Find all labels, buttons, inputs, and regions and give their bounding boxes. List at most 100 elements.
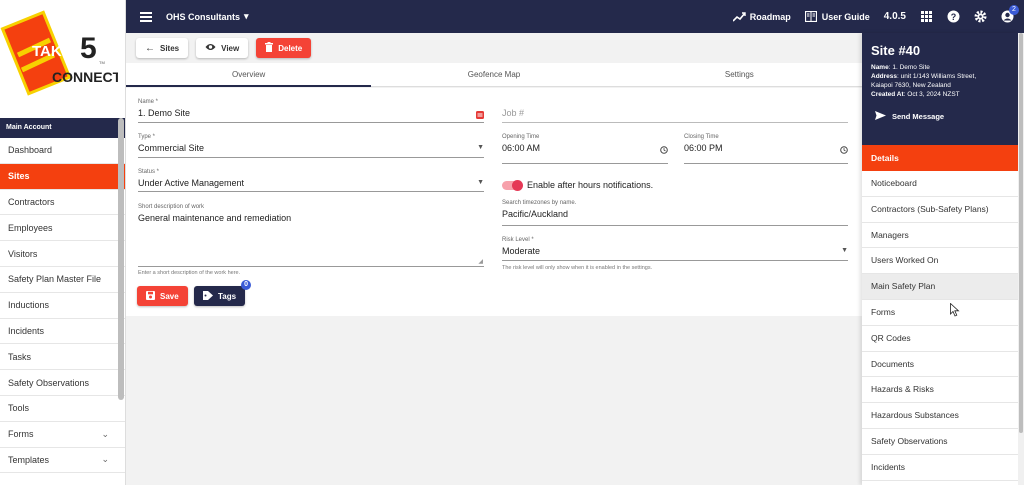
- sidebar-item-employees[interactable]: Employees: [0, 215, 125, 242]
- book-icon: [805, 10, 818, 23]
- work-description-textarea[interactable]: Short description of work General mainte…: [138, 204, 484, 267]
- sidebar-item-label: Tools: [8, 403, 30, 414]
- details-panel-scrollbar[interactable]: [1018, 33, 1024, 485]
- details-item-safety-observations[interactable]: Safety Observations: [862, 429, 1018, 455]
- risk-level-label: Risk Level *: [502, 237, 534, 243]
- sidebar-item-incidents[interactable]: Incidents: [0, 319, 125, 345]
- clock-icon[interactable]: [660, 143, 668, 157]
- details-item-main-safety-plan[interactable]: Main Safety Plan: [862, 274, 1018, 300]
- dropdown-caret-icon: ▼: [841, 247, 848, 254]
- eye-icon: [205, 43, 216, 53]
- risk-level-value: Moderate: [502, 246, 541, 256]
- back-to-sites-button[interactable]: ← Sites: [136, 38, 189, 58]
- mouse-pointer-icon: [950, 303, 960, 317]
- sidebar-item-label: Employees: [8, 222, 53, 233]
- account-icon[interactable]: 2: [1001, 5, 1019, 23]
- risk-level-select[interactable]: Risk Level * Moderate ▼: [502, 237, 848, 261]
- chevron-down-icon[interactable]: ⌄: [101, 429, 109, 440]
- details-item-hazards-risks[interactable]: Hazards & Risks: [862, 377, 1018, 404]
- details-item-incidents[interactable]: Incidents: [862, 455, 1018, 481]
- tab-settings[interactable]: Settings: [617, 63, 862, 86]
- sidebar-item-forms[interactable]: Forms ⌄: [0, 422, 125, 448]
- site-name-label: Name *: [138, 99, 159, 105]
- sidebar-item-tasks[interactable]: Tasks: [0, 344, 125, 371]
- details-item-hazardous-substances[interactable]: Hazardous Substances: [862, 403, 1018, 429]
- site-address-line-2: Kaiapoi 7630, New Zealand: [871, 82, 951, 89]
- back-label: Sites: [160, 43, 180, 53]
- details-item-noticeboard[interactable]: Noticeboard: [862, 171, 1018, 197]
- top-bar: OHS Consultants ▾ Roadmap User Guide 4.0…: [126, 0, 1024, 33]
- sidebar-item-safety-plan-master-file[interactable]: Safety Plan Master File: [0, 267, 125, 293]
- site-status-select[interactable]: Status * Under Active Management ▼: [138, 169, 484, 192]
- after-hours-toggle-label: Enable after hours notifications.: [527, 180, 654, 190]
- delete-button[interactable]: Delete: [256, 38, 312, 58]
- user-guide-link[interactable]: User Guide: [805, 10, 870, 23]
- after-hours-toggle-row: Enable after hours notifications.: [502, 179, 848, 191]
- resize-handle-icon[interactable]: ◢: [478, 258, 483, 265]
- org-selector[interactable]: OHS Consultants ▾: [166, 11, 249, 22]
- save-button[interactable]: Save: [137, 286, 188, 306]
- site-name-line: Name: 1. Demo Site: [871, 64, 930, 71]
- tab-overview[interactable]: Overview: [126, 63, 372, 87]
- tab-geofence-map[interactable]: Geofence Map: [371, 63, 616, 86]
- created-key: Created At: [871, 91, 904, 98]
- tags-count-badge: 0: [241, 280, 252, 290]
- name-value: 1. Demo Site: [892, 64, 930, 71]
- sidebar-item-dashboard[interactable]: Dashboard: [0, 138, 125, 164]
- menu-icon[interactable]: [140, 10, 152, 24]
- after-hours-toggle[interactable]: [502, 179, 523, 191]
- logo-text-take: TAKE: [32, 43, 72, 60]
- site-type-select[interactable]: Type * Commercial Site ▼: [138, 134, 484, 158]
- name-key: Name: [871, 64, 889, 71]
- details-item-forms[interactable]: Forms: [862, 300, 1018, 326]
- sidebar-item-templates[interactable]: Templates ⌄: [0, 448, 125, 474]
- sidebar-section-main-account: Main Account: [0, 118, 125, 138]
- opening-time-field[interactable]: Opening Time 06:00 AM: [502, 134, 668, 164]
- take5-logo[interactable]: TAKE 5 TM CONNECT: [0, 0, 125, 118]
- site-type-label: Type *: [138, 134, 156, 140]
- work-description-hint: Enter a short description of the work he…: [138, 270, 241, 276]
- gear-icon[interactable]: [974, 10, 987, 23]
- sidebar-item-safety-observations[interactable]: Safety Observations: [0, 370, 125, 396]
- delete-label: Delete: [278, 43, 303, 53]
- details-item-qr-codes[interactable]: QR Codes: [862, 326, 1018, 352]
- job-number-placeholder: Job #: [502, 108, 525, 118]
- timezone-search-field[interactable]: Search timezones by name. Pacific/Auckla…: [502, 200, 848, 226]
- help-icon[interactable]: ?: [947, 10, 960, 23]
- site-title: Site #40: [871, 43, 921, 58]
- user-guide-label: User Guide: [821, 11, 870, 22]
- view-button[interactable]: View: [196, 38, 249, 58]
- address-key: Address: [871, 73, 898, 80]
- chevron-down-icon[interactable]: ⌄: [101, 454, 109, 465]
- sidebar-item-label: Safety Plan Master File: [8, 274, 102, 285]
- sidebar-scrollbar[interactable]: [118, 118, 124, 400]
- tags-button[interactable]: Tags 0: [194, 280, 252, 306]
- sidebar-item-sites[interactable]: Sites: [0, 163, 125, 190]
- sidebar-item-label: Contractors: [8, 196, 55, 207]
- sidebar-item-inductions[interactable]: Inductions: [0, 293, 125, 319]
- sidebar-item-label: Sites: [8, 171, 30, 182]
- save-label: Save: [160, 291, 179, 301]
- floppy-disk-icon: [146, 290, 155, 302]
- apps-grid-icon[interactable]: [920, 10, 933, 23]
- trending-up-icon: [732, 10, 746, 23]
- site-name-field[interactable]: Name * 1. Demo Site: [138, 99, 484, 123]
- details-item-contractors-sub-safety-plans-[interactable]: Contractors (Sub-Safety Plans): [862, 197, 1018, 223]
- details-item-managers[interactable]: Managers: [862, 223, 1018, 249]
- closing-time-field[interactable]: Closing Time 06:00 PM: [684, 134, 848, 164]
- details-item-users-worked-on[interactable]: Users Worked On: [862, 248, 1018, 275]
- sidebar-item-visitors[interactable]: Visitors: [0, 241, 125, 267]
- version-label: 4.0.5: [883, 11, 906, 22]
- job-number-input[interactable]: Job #: [502, 108, 848, 123]
- risk-level-hint: The risk level will only show when it is…: [502, 265, 653, 271]
- clock-icon[interactable]: [840, 143, 848, 157]
- sidebar-item-contractors[interactable]: Contractors: [0, 190, 125, 216]
- action-toolbar: ← Sites View Delete: [126, 33, 862, 63]
- sidebar-item-label: Tasks: [8, 351, 32, 362]
- roadmap-link[interactable]: Roadmap: [732, 10, 791, 23]
- send-message-button[interactable]: Send Message: [871, 111, 1009, 122]
- details-item-documents[interactable]: Documents: [862, 352, 1018, 378]
- contact-card-icon[interactable]: [476, 108, 484, 122]
- sidebar-item-tools[interactable]: Tools: [0, 396, 125, 422]
- dropdown-caret-icon: ▼: [477, 144, 484, 151]
